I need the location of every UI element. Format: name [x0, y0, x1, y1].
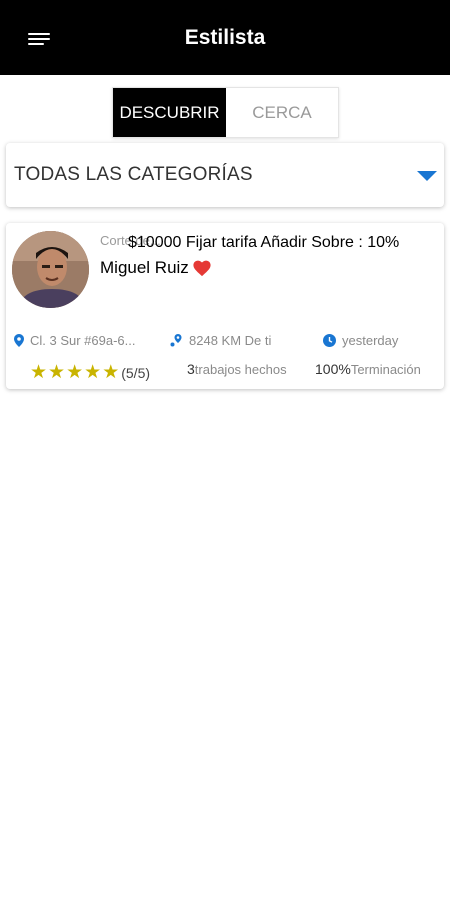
chevron-down-icon — [417, 171, 437, 181]
star-icon: ★ — [30, 362, 48, 383]
last-seen-text: yesterday — [342, 333, 399, 348]
page-title: Estilista — [184, 26, 266, 49]
distance-row: 8248 KM De ti — [170, 333, 271, 348]
star-icon: ★ — [102, 362, 120, 383]
last-seen-row: yesterday — [323, 333, 398, 348]
provider-name-row: Miguel Ruiz — [100, 258, 212, 278]
jobs-done: 3 trabajos hechos — [187, 361, 287, 377]
tab-descubrir[interactable]: DESCUBRIR — [113, 88, 226, 137]
clock-icon — [323, 334, 336, 347]
category-dropdown-value: TODAS LAS CATEGORÍAS — [14, 164, 253, 185]
completion-rate: 100% Terminación — [315, 361, 421, 377]
rating-row: ★ ★ ★ ★ ★ (5/5) — [30, 361, 150, 384]
app-bar: Estilista — [0, 0, 450, 75]
address-text: Cl. 3 Sur #69a-6... — [30, 333, 136, 348]
avatar-photo — [12, 231, 89, 308]
location-pin-icon — [14, 334, 24, 347]
completion-label: Terminación — [350, 361, 421, 377]
completion-value: 100% — [315, 361, 351, 377]
category-dropdown[interactable]: TODAS LAS CATEGORÍAS — [6, 143, 444, 207]
distance-icon — [170, 334, 182, 347]
star-icon: ★ — [66, 362, 84, 383]
avatar — [12, 231, 89, 308]
star-icon: ★ — [84, 362, 102, 383]
price-text: $10000 Fijar tarifa Añadir Sobre : 10% — [128, 234, 400, 251]
provider-name: Miguel Ruiz — [100, 258, 189, 277]
star-icon: ★ — [48, 362, 66, 383]
jobs-done-label: trabajos hechos — [194, 361, 287, 377]
tab-cerca[interactable]: CERCA — [226, 88, 338, 137]
provider-card[interactable]: Corte de... $10000 Fijar tarifa Añadir S… — [6, 223, 444, 389]
rating-text: (5/5) — [121, 364, 151, 381]
distance-text: 8248 KM De ti — [189, 333, 272, 348]
heart-icon[interactable] — [192, 259, 212, 277]
address-row: Cl. 3 Sur #69a-6... — [14, 333, 136, 348]
jobs-done-count: 3 — [187, 361, 195, 377]
segmented-tabs: DESCUBRIR CERCA — [112, 87, 339, 138]
